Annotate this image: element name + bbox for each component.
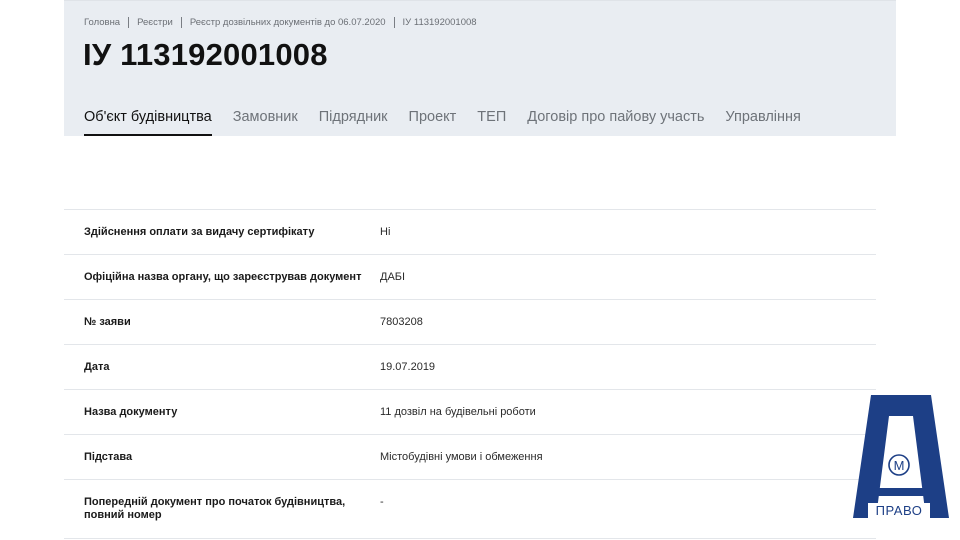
field-value: ДАБІ	[380, 271, 406, 283]
table-row: № заяви 7803208	[64, 300, 876, 345]
table-row: Назва документу 11 дозвіл на будівельні …	[64, 390, 876, 435]
logo-monogram: М	[894, 458, 905, 473]
tab-management[interactable]: Управління	[725, 109, 800, 136]
page-header: Головна Реєстри Реєстр дозвільних докуме…	[64, 0, 896, 136]
tab-contractor[interactable]: Підрядник	[319, 109, 388, 136]
field-label: Офіційна назва органу, що зареєстрував д…	[84, 270, 362, 283]
field-value: Ні	[380, 226, 391, 238]
table-row: Підстава Містобудівні умови і обмеження	[64, 435, 876, 480]
field-value: 19.07.2019	[380, 361, 436, 373]
table-row: Здійснення оплати за видачу сертифікату …	[64, 210, 876, 255]
tab-project[interactable]: Проект	[409, 109, 457, 136]
table-row: Офіційна назва органу, що зареєстрував д…	[64, 255, 876, 300]
tab-bar: Об'єкт будівництва Замовник Підрядник Пр…	[84, 109, 822, 136]
breadcrumb-separator	[128, 17, 130, 28]
field-value: -	[380, 496, 384, 508]
tab-construction-object[interactable]: Об'єкт будівництва	[84, 109, 212, 136]
breadcrumb: Головна Реєстри Реєстр дозвільних докуме…	[84, 17, 477, 28]
breadcrumb-separator	[180, 17, 182, 28]
tab-tep[interactable]: ТЕП	[477, 109, 506, 136]
table-row: Попередній документ про початок будівниц…	[64, 480, 876, 539]
field-label: Назва документу	[84, 405, 178, 418]
breadcrumb-separator	[393, 17, 395, 28]
field-label: Підстава	[84, 450, 133, 463]
field-value: 7803208	[380, 316, 423, 328]
tab-share-agreement[interactable]: Договір про пайову участь	[527, 109, 704, 136]
breadcrumb-home[interactable]: Головна	[84, 17, 120, 28]
field-label: Здійснення оплати за видачу сертифікату	[84, 225, 315, 238]
breadcrumb-current: ІУ 113192001008	[402, 17, 477, 28]
page-title: ІУ 113192001008	[83, 37, 328, 72]
table-row: Дата 19.07.2019	[64, 345, 876, 390]
field-label: Попередній документ про початок будівниц…	[84, 496, 346, 521]
breadcrumb-registry[interactable]: Реєстр дозвільних документів до 06.07.20…	[190, 17, 386, 28]
tab-customer[interactable]: Замовник	[233, 109, 298, 136]
field-value: 11 дозвіл на будівельні роботи	[380, 406, 536, 418]
field-value: Містобудівні умови і обмеження	[380, 451, 543, 463]
details-table: Здійснення оплати за видачу сертифікату …	[64, 209, 876, 539]
field-label: Дата	[84, 360, 110, 373]
logo-text: ПРАВО	[868, 503, 930, 518]
breadcrumb-registries[interactable]: Реєстри	[137, 17, 173, 28]
field-label: № заяви	[84, 315, 131, 328]
